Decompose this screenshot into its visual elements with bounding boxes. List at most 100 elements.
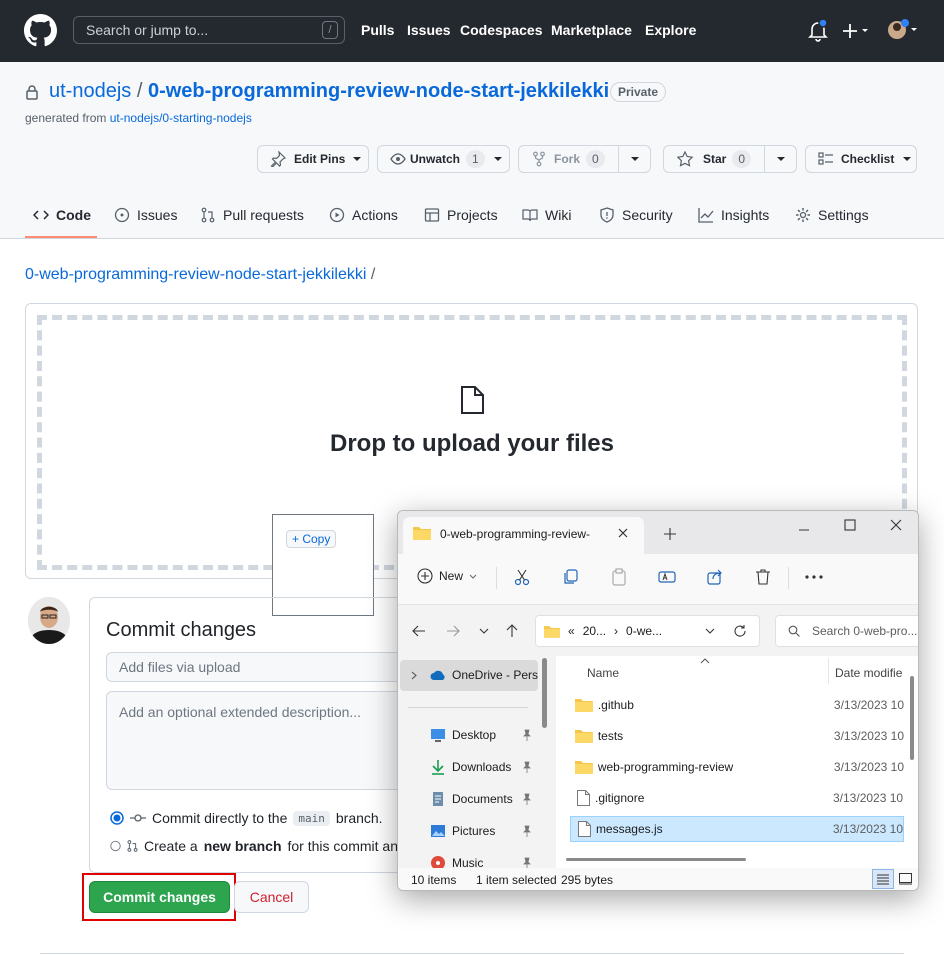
nav-divider [408, 707, 528, 708]
share-icon[interactable] [706, 568, 724, 586]
checklist-button[interactable]: Checklist [805, 145, 917, 173]
cancel-button[interactable]: Cancel [234, 881, 309, 913]
edit-pins-button[interactable]: Edit Pins [257, 145, 369, 173]
more-options-icon[interactable] [805, 575, 823, 579]
close-tab-icon[interactable] [618, 528, 628, 538]
paste-icon[interactable] [610, 568, 628, 586]
commit-description-placeholder: Add an optional extended description... [119, 704, 362, 720]
notifications-bell-icon[interactable] [808, 20, 828, 42]
delete-icon[interactable] [755, 568, 771, 586]
radio-selected-icon[interactable] [110, 811, 124, 825]
nav-onedrive[interactable]: OneDrive - Pers [430, 668, 542, 682]
tab-wiki[interactable]: Wiki [522, 207, 571, 223]
close-window-icon[interactable] [890, 519, 902, 531]
nav-pulls[interactable]: Pulls [361, 22, 394, 38]
address-segment-2[interactable]: 0-we... [626, 624, 662, 638]
cut-icon[interactable] [513, 568, 531, 586]
nav-codespaces[interactable]: Codespaces [460, 22, 542, 38]
file-row[interactable]: tests 3/13/2023 10 [570, 723, 904, 749]
file-row[interactable]: web-programming-review 3/13/2023 10 [570, 754, 904, 780]
breadcrumb-repo-link[interactable]: 0-web-programming-review-node-start-jekk… [25, 266, 366, 283]
commit-direct-option[interactable]: Commit directly to the main branch. [110, 810, 383, 826]
file-row[interactable]: .github 3/13/2023 10 [570, 692, 904, 718]
file-list-hscrollbar[interactable] [566, 858, 746, 861]
chevron-right-icon[interactable] [411, 671, 417, 680]
rename-icon[interactable] [658, 568, 676, 586]
up-arrow-icon[interactable] [506, 624, 518, 638]
tiles-view-icon[interactable] [899, 873, 912, 885]
tab-actions[interactable]: Actions [329, 207, 398, 223]
fork-button[interactable]: Fork 0 [518, 145, 651, 173]
tab-projects[interactable]: Projects [424, 207, 498, 223]
user-avatar-menu[interactable] [886, 18, 920, 42]
file-explorer-window[interactable]: 0-web-programming-review- New « 20... › … [397, 510, 919, 891]
minimize-icon[interactable] [798, 524, 810, 536]
branch-name: main [293, 810, 330, 826]
checklist-label: Checklist [841, 152, 895, 166]
copy-icon[interactable] [562, 568, 580, 586]
address-overflow[interactable]: « [568, 624, 575, 638]
tab-security[interactable]: Security [599, 207, 673, 223]
tab-code[interactable]: Code [33, 207, 91, 223]
nav-scrollbar[interactable] [542, 658, 547, 728]
git-commit-icon [130, 814, 146, 822]
nav-issues[interactable]: Issues [407, 22, 451, 38]
maximize-icon[interactable] [844, 519, 856, 531]
commit-description-textarea[interactable]: Add an optional extended description... [106, 691, 398, 790]
tab-insights[interactable]: Insights [698, 207, 769, 223]
commit-summary-input[interactable]: Add files via upload [106, 652, 398, 682]
new-button[interactable]: New [417, 568, 477, 584]
back-arrow-icon[interactable] [412, 625, 426, 637]
downloads-icon [432, 760, 444, 775]
commit-new-branch-option[interactable]: Create a new branch for this commit an [110, 838, 398, 854]
desktop-icon [431, 729, 445, 742]
details-view-button[interactable] [872, 869, 894, 889]
eye-icon [390, 153, 406, 165]
address-bar[interactable]: « 20... › 0-we... [535, 615, 760, 647]
github-logo-icon[interactable] [24, 14, 57, 47]
unwatch-button[interactable]: Unwatch 1 [377, 145, 510, 173]
template-repo-link[interactable]: ut-nodejs/0-starting-nodejs [110, 111, 252, 125]
tab-pull-requests-label: Pull requests [223, 207, 304, 223]
table-icon [424, 208, 440, 222]
radio-unselected-icon[interactable] [110, 839, 121, 853]
star-button[interactable]: Star 0 [663, 145, 797, 173]
tab-issues[interactable]: Issues [114, 207, 177, 223]
address-segment-1[interactable]: 20... [583, 624, 606, 638]
tab-settings[interactable]: Settings [795, 207, 869, 223]
chevron-down-icon[interactable] [630, 156, 640, 162]
forward-arrow-icon[interactable] [446, 625, 460, 637]
nav-item-downloads[interactable]: Downloads [430, 759, 535, 775]
recent-locations-chevron-icon[interactable] [479, 628, 489, 634]
new-tab-plus-icon[interactable] [664, 528, 676, 540]
repo-name-link[interactable]: 0-web-programming-review-node-start-jekk… [148, 80, 609, 102]
column-header-date[interactable]: Date modifie [835, 666, 902, 680]
commit-changes-button[interactable]: Commit changes [89, 881, 230, 913]
nav-item-pictures[interactable]: Pictures [430, 823, 535, 839]
file-row[interactable]: messages.js 3/13/2023 10 [570, 816, 904, 842]
repo-owner-link[interactable]: ut-nodejs [49, 80, 131, 102]
nav-item-documents[interactable]: Documents [430, 791, 535, 807]
nav-item-desktop[interactable]: Desktop [430, 727, 535, 743]
sort-ascending-icon [700, 658, 710, 664]
pin-icon [523, 729, 531, 741]
chevron-down-icon[interactable] [776, 156, 786, 162]
create-new-plus-icon[interactable] [842, 22, 870, 40]
search-input[interactable]: Search or jump to... / [73, 16, 345, 44]
fork-icon [533, 151, 545, 167]
file-row[interactable]: .gitignore 3/13/2023 10 [570, 785, 904, 811]
refresh-icon[interactable] [733, 624, 747, 638]
chevron-down-icon [353, 157, 362, 161]
column-header-name[interactable]: Name [587, 666, 619, 680]
file-date: 3/13/2023 10 [832, 822, 903, 836]
nav-explore[interactable]: Explore [645, 22, 696, 38]
tab-pull-requests[interactable]: Pull requests [200, 207, 304, 223]
pin-icon [270, 151, 286, 167]
explorer-search-input[interactable]: Search 0-web-pro... [775, 615, 918, 647]
file-list-vscrollbar[interactable] [910, 676, 914, 760]
chevron-down-icon[interactable] [705, 628, 715, 634]
nav-marketplace[interactable]: Marketplace [551, 22, 632, 38]
explorer-search-placeholder: Search 0-web-pro... [812, 624, 918, 638]
file-date: 3/13/2023 10 [833, 698, 904, 712]
status-bar: 10 items 1 item selected 295 bytes [398, 868, 918, 890]
